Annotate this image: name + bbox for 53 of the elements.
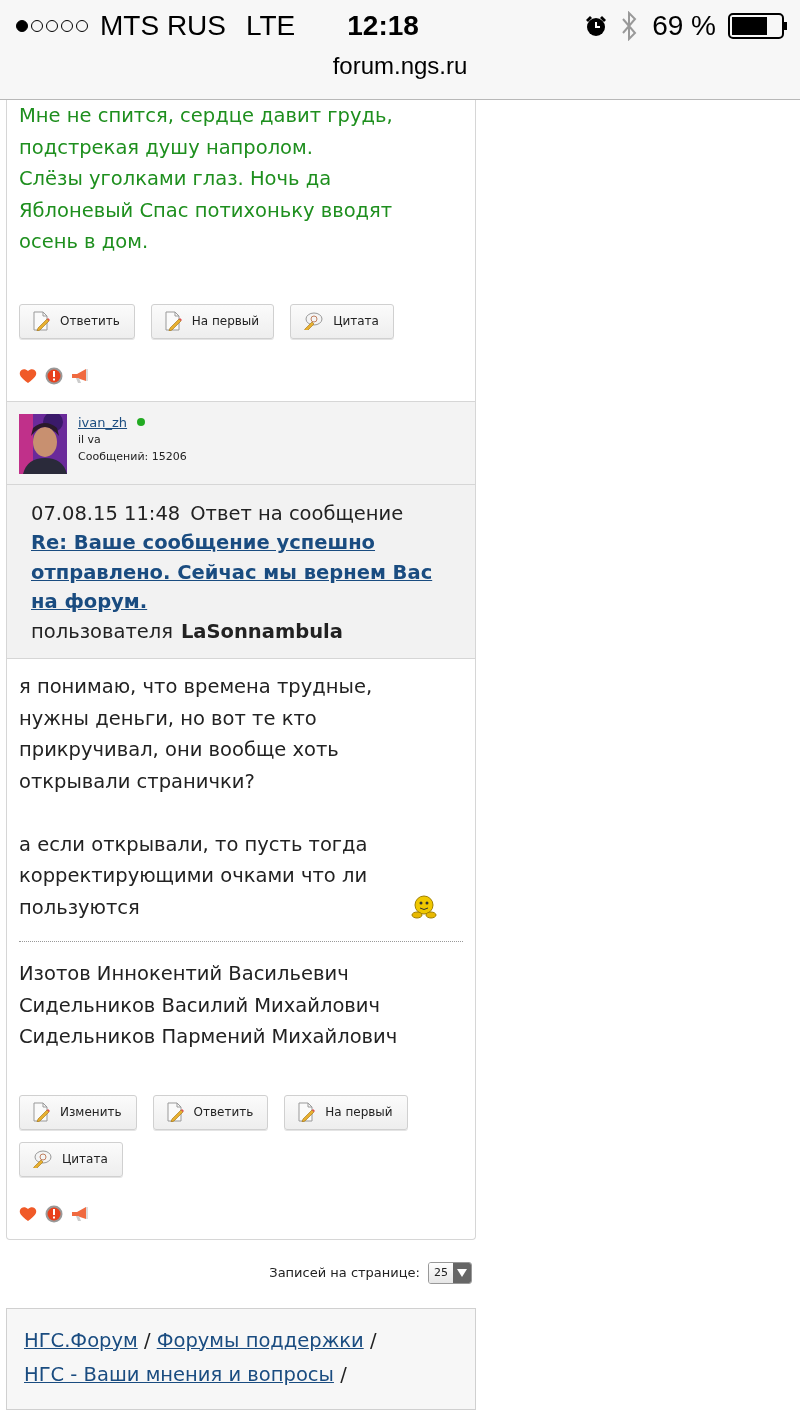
post-button[interactable]: Ответить	[152, 1094, 269, 1130]
breadcrumb-separator: /	[369, 1328, 377, 1352]
poem-line: осень в дом.	[19, 229, 150, 255]
heart-icon[interactable]	[19, 1205, 37, 1222]
poem-line: Яблоневый Спас потихоньку вводят	[19, 197, 394, 224]
document-pencil-icon	[297, 1102, 316, 1122]
speech-bubble-pencil-icon	[303, 312, 324, 330]
document-pencil-icon	[165, 1102, 184, 1122]
battery-percent: 69 %	[652, 10, 716, 42]
user-signature: il va	[78, 431, 102, 448]
post-paragraph: я понимаю, что времена трудные, нужны деньги, но вот те кто прикручивал, они вообще хоть открывали странички?	[19, 674, 374, 795]
post-date: 07.08.15 11:48	[31, 500, 181, 527]
carrier-name: MTS RUS	[100, 10, 226, 42]
signature-line: Сидельников Пармений Михайлович	[19, 1024, 399, 1050]
network-type: LTE	[246, 10, 296, 42]
page-url: forum.ngs.ru	[331, 52, 469, 80]
poem-line: Слёзы уголками глаз. Ночь да	[19, 166, 333, 192]
document-pencil-icon	[32, 1102, 50, 1122]
post-button[interactable]: На первый	[150, 303, 275, 339]
post-button[interactable]: Цитата	[290, 303, 394, 339]
breadcrumb-link[interactable]: НГС - Ваши мнения и вопросы	[24, 1362, 334, 1386]
warning-icon[interactable]	[45, 1204, 63, 1223]
user-label: пользователя	[31, 618, 173, 645]
warning-icon[interactable]	[45, 366, 63, 385]
breadcrumb-link[interactable]: НГС.Форум	[24, 1328, 138, 1352]
breadcrumb-separator: /	[143, 1328, 151, 1352]
post-button[interactable]: Цитата	[19, 1141, 123, 1177]
signature-line: Сидельников Василий Михайлович	[19, 992, 382, 1019]
post-button[interactable]: На первый	[284, 1094, 408, 1130]
battery-icon	[728, 13, 788, 39]
breadcrumb-separator: /	[340, 1362, 347, 1386]
poem-line: подстрекая душу напролом.	[19, 134, 314, 161]
reply-username: LaSonnambula	[180, 618, 343, 645]
alarm-icon	[584, 14, 609, 38]
dropdown-arrow-icon	[457, 1268, 467, 1277]
pager-label: Записей на странице:	[269, 1265, 420, 1280]
speech-bubble-pencil-icon	[32, 1150, 52, 1168]
breadcrumb-link[interactable]: Форумы поддержки	[156, 1328, 364, 1352]
reply-link[interactable]: Re: Ваше сообщение успешно отправлено. Сейчас мы вернем Вас на форум.	[31, 528, 465, 617]
post-paragraph: а если открывали, то пусть тогда корректирующими очками что ли пользуются	[19, 831, 369, 921]
heart-icon[interactable]	[19, 367, 37, 384]
post-button[interactable]: Ответить	[19, 303, 135, 339]
signature-line: Изотов Иннокентий Васильевич	[19, 961, 350, 987]
document-pencil-icon	[163, 311, 182, 331]
post-button[interactable]: Изменить	[19, 1094, 137, 1130]
poem-line: Мне не спится, сердце давит грудь,	[19, 103, 394, 129]
author-link[interactable]: ivan_zh	[78, 413, 128, 431]
clock-time: 12:18	[347, 10, 419, 42]
document-pencil-icon	[32, 311, 50, 331]
post-count: Сообщений: 15206	[78, 448, 187, 465]
bluetooth-icon	[620, 11, 639, 41]
reply-label: Ответ на сообщение	[190, 500, 404, 527]
page-size-select[interactable]: 25	[428, 1261, 472, 1284]
